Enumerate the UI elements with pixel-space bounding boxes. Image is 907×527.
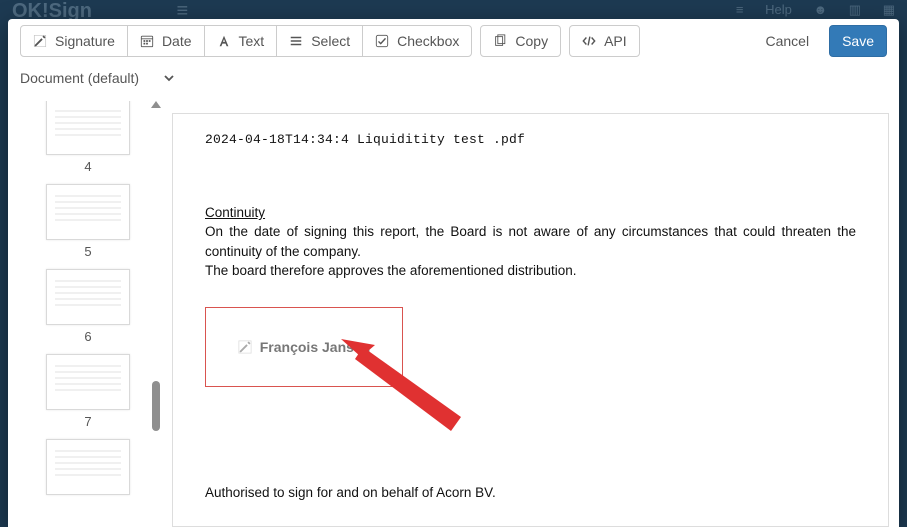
cancel-button[interactable]: Cancel [753, 25, 821, 57]
save-button[interactable]: Save [829, 25, 887, 57]
section-title: Continuity [205, 205, 856, 220]
signature-signer-name: François Jansen [260, 339, 371, 355]
api-button[interactable]: API [569, 25, 640, 57]
paragraph: The board therefore approves the aforeme… [205, 261, 856, 281]
document-viewport: 2024-04-18T14:34:4 Liquiditity test .pdf… [162, 101, 899, 527]
scrollbar-handle[interactable] [152, 381, 160, 431]
copy-button[interactable]: Copy [480, 25, 561, 57]
thumbnail[interactable]: 6 [46, 329, 130, 410]
thumbnail-page [46, 269, 130, 325]
signature-field[interactable]: François Jansen [205, 307, 403, 387]
thumbnail-page-number: 5 [46, 244, 130, 259]
document-header-line: 2024-04-18T14:34:4 Liquiditity test .pdf [205, 132, 856, 147]
date-button[interactable]: Date [127, 25, 205, 57]
copy-icon [493, 34, 507, 48]
thumbnail-page-number: 4 [46, 159, 130, 174]
grid-icon-2: ▦ [883, 2, 895, 17]
text-button[interactable]: Text [204, 25, 278, 57]
select-button[interactable]: Select [276, 25, 363, 57]
pencil-square-icon [33, 34, 47, 48]
thumbnail-page [46, 354, 130, 410]
checkbox-icon [375, 34, 389, 48]
help-link: ≡ Help [736, 2, 792, 17]
grid-icon-1: ▥ [849, 2, 861, 17]
thumbnail-strip: 3 4 5 6 7 [8, 101, 162, 527]
paragraph: On the date of signing this report, the … [205, 222, 856, 261]
user-icon: ☻ [813, 2, 827, 17]
thumbnail-page [46, 101, 130, 155]
document-page[interactable]: 2024-04-18T14:34:4 Liquiditity test .pdf… [172, 113, 889, 527]
template-select[interactable]: Document (default) [20, 63, 175, 93]
list-icon [289, 34, 303, 48]
pencil-square-icon [238, 340, 252, 354]
thumbnail-page-number: 7 [46, 414, 130, 429]
brand-logo: OK!Sign [12, 1, 92, 21]
template-select-label: Document (default) [20, 70, 139, 86]
toolbar: Signature Date Text Select [8, 19, 899, 61]
calendar-icon [140, 34, 154, 48]
workspace: 3 4 5 6 7 [8, 101, 899, 527]
thumbnail[interactable]: 4 [46, 159, 130, 240]
thumbnail[interactable]: 3 [46, 101, 130, 155]
font-icon [217, 34, 231, 48]
authorisation-line: Authorised to sign for and on behalf of … [205, 483, 856, 503]
field-type-group: Signature Date Text Select [20, 25, 472, 57]
code-icon [582, 34, 596, 48]
signature-button[interactable]: Signature [20, 25, 128, 57]
thumbnail[interactable]: 5 [46, 244, 130, 325]
template-bar: Document (default) [8, 61, 899, 101]
editor-panel: Signature Date Text Select [8, 19, 899, 527]
checkbox-button[interactable]: Checkbox [362, 25, 472, 57]
scroll-up-icon [151, 101, 161, 108]
thumbnail-page-number: 6 [46, 329, 130, 344]
thumbnail-scrollbar[interactable] [152, 101, 160, 527]
thumbnail-page [46, 184, 130, 240]
chevron-down-icon [163, 72, 175, 84]
thumbnail-page [46, 439, 130, 495]
thumbnail[interactable]: 7 [46, 414, 130, 495]
